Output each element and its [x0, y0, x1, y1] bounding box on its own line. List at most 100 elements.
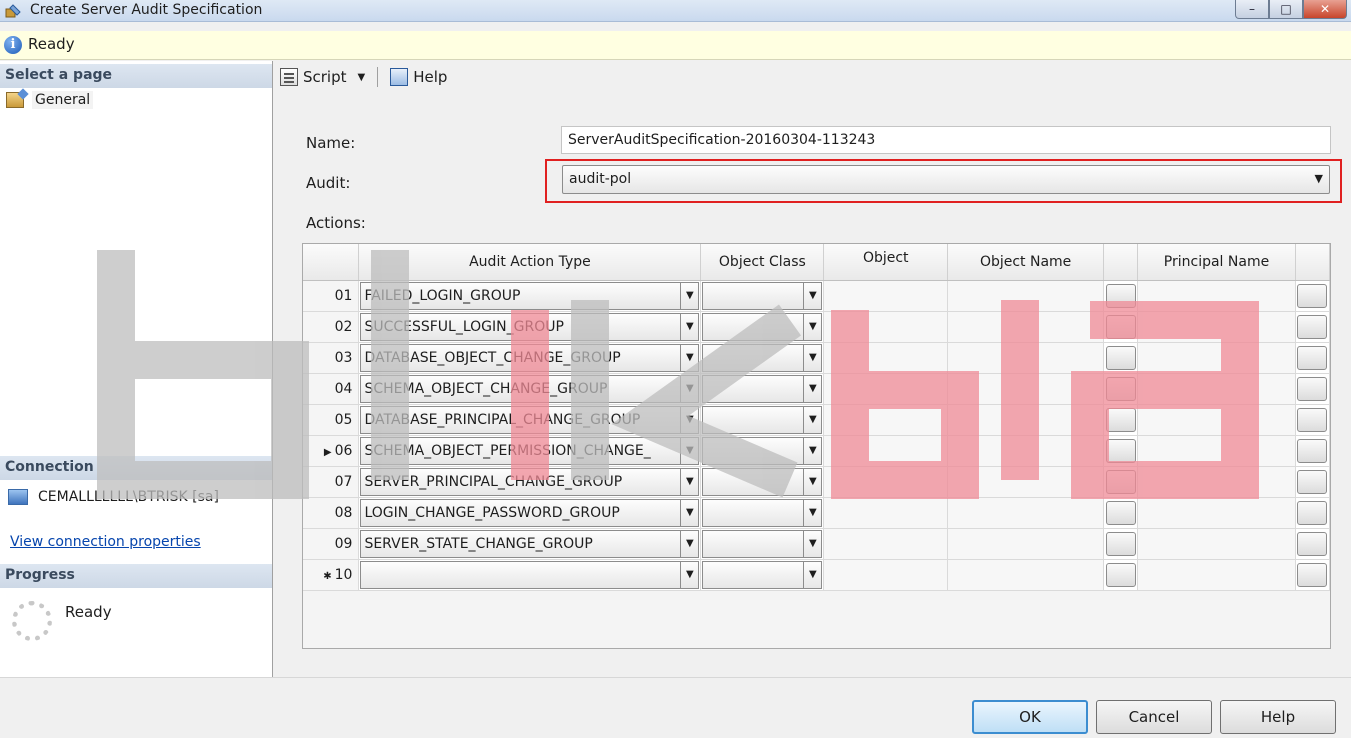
audit-action-type-select[interactable]: DATABASE_PRINCIPAL_CHANGE_GROUP ▼: [360, 405, 700, 434]
chevron-down-icon[interactable]: ▼: [680, 530, 698, 557]
principal-browse-button[interactable]: [1297, 314, 1328, 339]
minimize-button[interactable]: –: [1235, 0, 1269, 19]
chevron-down-icon[interactable]: ▼: [803, 530, 821, 557]
principal-browse-button[interactable]: [1297, 438, 1328, 463]
object-schema-cell[interactable]: [823, 528, 949, 560]
object-class-select[interactable]: ▼: [702, 498, 823, 527]
principal-name-cell[interactable]: [1137, 404, 1296, 436]
object-class-select[interactable]: ▼: [702, 281, 823, 310]
object-name-browse-button[interactable]: [1105, 345, 1136, 370]
chevron-down-icon[interactable]: ▼: [680, 344, 698, 371]
audit-select[interactable]: audit-pol ▼: [562, 165, 1330, 194]
chevron-down-icon[interactable]: ▼: [803, 282, 821, 309]
object-schema-cell[interactable]: [823, 435, 949, 467]
object-class-select[interactable]: ▼: [702, 312, 823, 341]
object-class-select[interactable]: ▼: [702, 467, 823, 496]
principal-browse-button[interactable]: [1297, 469, 1328, 494]
object-name-browse-button[interactable]: [1105, 438, 1136, 463]
audit-action-type-select[interactable]: FAILED_LOGIN_GROUP ▼: [360, 281, 700, 310]
row-header[interactable]: 03: [303, 342, 360, 374]
object-name-cell[interactable]: [947, 280, 1105, 312]
principal-name-cell[interactable]: [1137, 435, 1296, 467]
object-name-cell[interactable]: [947, 466, 1105, 498]
audit-action-type-select[interactable]: SCHEMA_OBJECT_PERMISSION_CHANGE_ ▼: [360, 436, 700, 465]
audit-action-type-select[interactable]: ▼: [360, 560, 700, 589]
object-name-browse-button[interactable]: [1105, 314, 1136, 339]
chevron-down-icon[interactable]: ▼: [803, 561, 821, 588]
principal-browse-button[interactable]: [1297, 407, 1328, 432]
chevron-down-icon[interactable]: ▼: [680, 406, 698, 433]
page-item-general[interactable]: General: [6, 91, 94, 109]
chevron-down-icon[interactable]: ▼: [680, 561, 698, 588]
script-dropdown-icon[interactable]: ▼: [358, 72, 366, 83]
chevron-down-icon[interactable]: ▼: [803, 437, 821, 464]
column-header-object-schema[interactable]: Object: [823, 244, 949, 281]
object-name-cell[interactable]: [947, 435, 1105, 467]
chevron-down-icon[interactable]: ▼: [803, 468, 821, 495]
object-name-browse-button[interactable]: [1105, 531, 1136, 556]
audit-action-type-select[interactable]: SERVER_PRINCIPAL_CHANGE_GROUP ▼: [360, 467, 700, 496]
principal-browse-button[interactable]: [1297, 562, 1328, 587]
column-header-object-class[interactable]: Object Class: [700, 244, 825, 281]
principal-name-cell[interactable]: [1137, 559, 1296, 591]
principal-name-cell[interactable]: [1137, 342, 1296, 374]
row-header[interactable]: ✱ 10: [303, 559, 360, 591]
object-name-cell[interactable]: [947, 559, 1105, 591]
object-name-cell[interactable]: [947, 404, 1105, 436]
chevron-down-icon[interactable]: ▼: [680, 499, 698, 526]
audit-action-type-select[interactable]: DATABASE_OBJECT_CHANGE_GROUP ▼: [360, 343, 700, 372]
principal-name-cell[interactable]: [1137, 280, 1296, 312]
object-class-select[interactable]: ▼: [702, 436, 823, 465]
chevron-down-icon[interactable]: ▼: [680, 313, 698, 340]
object-name-cell[interactable]: [947, 342, 1105, 374]
object-schema-cell[interactable]: [823, 497, 949, 529]
object-schema-cell[interactable]: [823, 311, 949, 343]
column-header-audit-action-type[interactable]: Audit Action Type: [358, 244, 702, 281]
object-class-select[interactable]: ▼: [702, 374, 823, 403]
row-header[interactable]: 08: [303, 497, 360, 529]
object-class-select[interactable]: ▼: [702, 405, 823, 434]
name-input[interactable]: ServerAuditSpecification-20160304-113243: [561, 126, 1331, 154]
toolbar-help-button[interactable]: Help: [388, 67, 449, 87]
row-header[interactable]: 04: [303, 373, 360, 405]
object-name-browse-button[interactable]: [1105, 562, 1136, 587]
principal-name-cell[interactable]: [1137, 528, 1296, 560]
audit-action-type-select[interactable]: SERVER_STATE_CHANGE_GROUP ▼: [360, 529, 700, 558]
audit-action-type-select[interactable]: SUCCESSFUL_LOGIN_GROUP ▼: [360, 312, 700, 341]
row-header[interactable]: 05: [303, 404, 360, 436]
chevron-down-icon[interactable]: ▼: [680, 282, 698, 309]
object-name-browse-button[interactable]: [1105, 500, 1136, 525]
object-name-cell[interactable]: [947, 528, 1105, 560]
object-schema-cell[interactable]: [823, 280, 949, 312]
principal-name-cell[interactable]: [1137, 373, 1296, 405]
object-name-browse-button[interactable]: [1105, 376, 1136, 401]
object-schema-cell[interactable]: [823, 466, 949, 498]
chevron-down-icon[interactable]: ▼: [680, 437, 698, 464]
column-header-principal-name[interactable]: Principal Name: [1137, 244, 1296, 281]
object-name-browse-button[interactable]: [1105, 283, 1136, 308]
object-name-browse-button[interactable]: [1105, 469, 1136, 494]
principal-name-cell[interactable]: [1137, 311, 1296, 343]
cancel-button[interactable]: Cancel: [1096, 700, 1212, 734]
chevron-down-icon[interactable]: ▼: [803, 406, 821, 433]
help-button[interactable]: Help: [1220, 700, 1336, 734]
view-connection-properties-link[interactable]: View connection properties: [10, 534, 201, 550]
ok-button[interactable]: OK: [972, 700, 1088, 734]
principal-browse-button[interactable]: [1297, 500, 1328, 525]
chevron-down-icon[interactable]: ▼: [803, 499, 821, 526]
principal-browse-button[interactable]: [1297, 283, 1328, 308]
row-header[interactable]: 09: [303, 528, 360, 560]
principal-name-cell[interactable]: [1137, 466, 1296, 498]
script-button[interactable]: Script ▼: [278, 67, 367, 87]
chevron-down-icon[interactable]: ▼: [803, 313, 821, 340]
object-class-select[interactable]: ▼: [702, 529, 823, 558]
principal-browse-button[interactable]: [1297, 345, 1328, 370]
chevron-down-icon[interactable]: ▼: [803, 344, 821, 371]
row-header[interactable]: 01: [303, 280, 360, 312]
object-schema-cell[interactable]: [823, 373, 949, 405]
principal-name-cell[interactable]: [1137, 497, 1296, 529]
object-schema-cell[interactable]: [823, 404, 949, 436]
row-header[interactable]: ▶ 06: [303, 435, 360, 467]
audit-action-type-select[interactable]: LOGIN_CHANGE_PASSWORD_GROUP ▼: [360, 498, 700, 527]
row-header[interactable]: 07: [303, 466, 360, 498]
